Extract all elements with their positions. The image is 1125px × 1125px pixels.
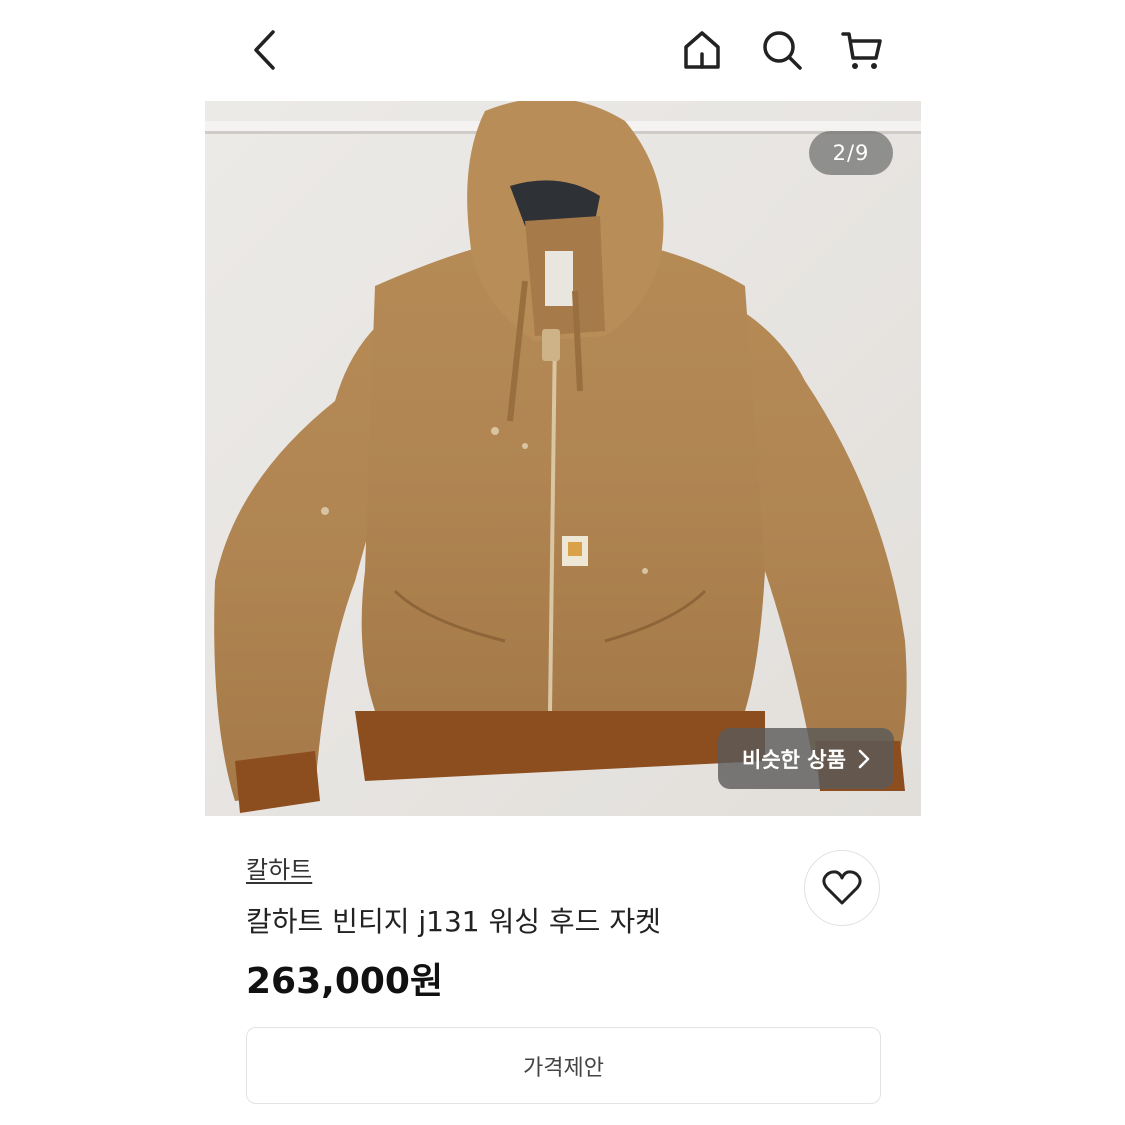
cart-button[interactable] (836, 24, 888, 76)
heart-icon (822, 870, 862, 905)
home-button[interactable] (676, 24, 728, 76)
chevron-right-icon (858, 749, 870, 768)
image-counter-badge: 2/9 (809, 131, 893, 175)
cart-icon (841, 32, 882, 69)
brand-link[interactable]: 칼하트 (246, 850, 312, 885)
home-icon (684, 31, 720, 69)
like-button[interactable] (804, 850, 880, 926)
search-icon (763, 31, 802, 70)
similar-products-button[interactable]: 비슷한 상품 (718, 728, 894, 789)
similar-products-label: 비슷한 상품 (742, 747, 846, 772)
back-button[interactable] (240, 24, 292, 76)
price-offer-button[interactable]: 가격제안 (246, 1027, 881, 1104)
product-title: 칼하트 빈티지 j131 워싱 후드 자켓 (246, 905, 661, 938)
product-photo (205, 101, 921, 816)
price-offer-label: 가격제안 (523, 1055, 604, 1081)
search-button[interactable] (756, 24, 808, 76)
product-image-gallery[interactable]: 2/9 비슷한 상품 (205, 101, 921, 816)
top-bar (0, 0, 1125, 100)
chevron-left-icon (254, 30, 275, 70)
product-price: 263,000원 (246, 961, 444, 1002)
